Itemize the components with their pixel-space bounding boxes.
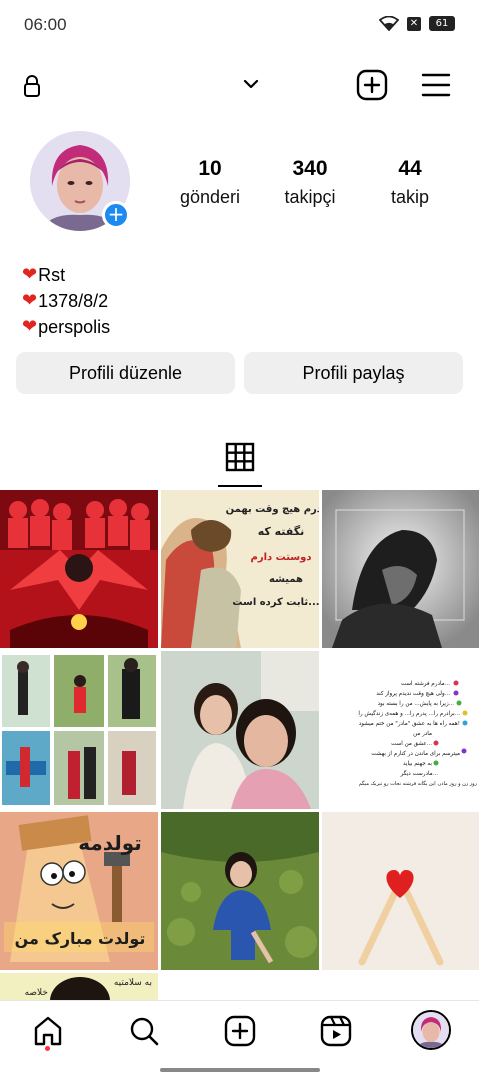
search-icon[interactable] bbox=[128, 1015, 160, 1047]
post-caption: تولدت مبارک من bbox=[15, 929, 146, 948]
post-thumbnail[interactable] bbox=[0, 490, 158, 648]
top-nav bbox=[0, 62, 479, 108]
post-thumbnail[interactable]: تولدمه تولدت مبارک من bbox=[0, 812, 158, 970]
share-profile-button[interactable]: Profili paylaş bbox=[244, 352, 463, 394]
post-thumbnail[interactable]: پدرم هیچ وقت بهمن نگفته که دوستت دارم هم… bbox=[161, 490, 319, 648]
post-caption: زیرا به پایش... من را بسته بود... bbox=[378, 701, 455, 707]
post-caption: به جهنم بیاید bbox=[403, 761, 432, 767]
profile-avatar[interactable]: + bbox=[30, 131, 130, 231]
post-caption: خلاصه bbox=[25, 988, 48, 998]
post-thumbnail[interactable] bbox=[161, 651, 319, 809]
post-thumbnail[interactable] bbox=[161, 812, 319, 970]
bio-text: Rst bbox=[38, 265, 66, 285]
post-thumbnail[interactable]: به سلامتیه خلاصه bbox=[0, 973, 158, 1000]
posts-count: 10 bbox=[198, 157, 222, 180]
followers-count: 340 bbox=[292, 157, 328, 180]
grid-tab-indicator bbox=[218, 485, 262, 487]
bottom-nav bbox=[0, 1000, 479, 1062]
edit-profile-button[interactable]: Profili düzenle bbox=[16, 352, 235, 394]
post-thumbnail[interactable] bbox=[322, 812, 479, 970]
bio-text: 1378/8/2 bbox=[38, 291, 109, 311]
post-thumbnail[interactable] bbox=[322, 490, 479, 648]
status-time: 06:00 bbox=[24, 15, 67, 34]
heart-icon: ❤ bbox=[22, 316, 38, 337]
post-caption: مادرست دیگر... bbox=[400, 769, 439, 777]
post-caption: نگفته که bbox=[258, 525, 305, 538]
post-caption: روز زن و روز مادر، این یگانه فرشته نجات … bbox=[359, 780, 478, 787]
post-thumbnail[interactable]: مادرم فرشته است... ولی هیچ وقت ندیدم پرو… bbox=[322, 651, 479, 809]
create-icon[interactable] bbox=[224, 1015, 256, 1047]
notification-x-icon: ✕ bbox=[407, 16, 421, 31]
grid-icon[interactable] bbox=[223, 440, 257, 474]
bio-line: ❤ 1378/8/2 bbox=[22, 288, 110, 314]
reels-icon[interactable] bbox=[320, 1015, 352, 1047]
post-caption: ثابت کرده است... bbox=[232, 597, 319, 608]
post-caption: مادر من bbox=[413, 731, 432, 737]
wifi-icon bbox=[379, 16, 399, 31]
post-caption: به سلامتیه bbox=[114, 978, 152, 988]
profile-bio: ❤ Rst ❤ 1378/8/2 ❤ perspolis bbox=[22, 262, 110, 340]
posts-grid: پدرم هیچ وقت بهمن نگفته که دوستت دارم هم… bbox=[0, 490, 479, 1000]
lock-icon bbox=[24, 75, 40, 97]
followers-label: takipçi bbox=[284, 187, 336, 207]
post-caption: همه راه ها به عشق "مادر" من ختم میشود! bbox=[359, 721, 460, 727]
post-caption: پدرم هیچ وقت بهمن bbox=[226, 504, 319, 515]
add-story-icon[interactable]: + bbox=[102, 201, 130, 229]
add-icon[interactable] bbox=[356, 69, 388, 101]
bio-line: ❤ perspolis bbox=[22, 314, 110, 340]
stat-posts[interactable]: 10 gönderi bbox=[160, 157, 260, 208]
post-caption: مادرم فرشته است... bbox=[401, 681, 450, 687]
heart-icon: ❤ bbox=[22, 264, 38, 285]
post-caption: عشق من است... bbox=[391, 741, 432, 747]
posts-label: gönderi bbox=[179, 187, 241, 207]
profile-stats: 10 gönderi 340 takipçi 44 takip bbox=[160, 157, 460, 208]
menu-icon[interactable] bbox=[421, 72, 451, 98]
avatar-photo bbox=[413, 1012, 449, 1048]
stat-following[interactable]: 44 takip bbox=[360, 157, 460, 208]
post-caption: تولدمه bbox=[78, 831, 142, 855]
status-bar: 06:00 ✕ 61 bbox=[0, 0, 479, 50]
bio-line: ❤ Rst bbox=[22, 262, 110, 288]
post-thumbnail[interactable] bbox=[0, 651, 158, 809]
bio-text: perspolis bbox=[38, 317, 111, 337]
post-caption: همیشه bbox=[269, 574, 303, 585]
battery-icon: 61 bbox=[429, 16, 455, 31]
profile-tab-avatar[interactable] bbox=[411, 1010, 451, 1050]
post-caption: ولی هیچ وقت ندیدم پرواز کند... bbox=[376, 690, 450, 697]
following-count: 44 bbox=[398, 157, 422, 180]
post-caption: برادرم را... پدرم را... و همه‌ی زندگیش ر… bbox=[358, 709, 460, 717]
following-label: takip bbox=[390, 187, 430, 207]
notification-dot bbox=[45, 1046, 50, 1051]
status-icons: ✕ 61 bbox=[379, 16, 455, 31]
chevron-down-icon[interactable] bbox=[242, 77, 260, 91]
home-icon[interactable] bbox=[32, 1015, 64, 1047]
gesture-bar bbox=[160, 1068, 320, 1072]
stat-followers[interactable]: 340 takipçi bbox=[260, 157, 360, 208]
post-caption: دوستت دارم bbox=[251, 552, 312, 563]
heart-icon: ❤ bbox=[22, 290, 38, 311]
post-caption: میترسم برای ماندن در کنارم از بهشت bbox=[371, 750, 460, 757]
